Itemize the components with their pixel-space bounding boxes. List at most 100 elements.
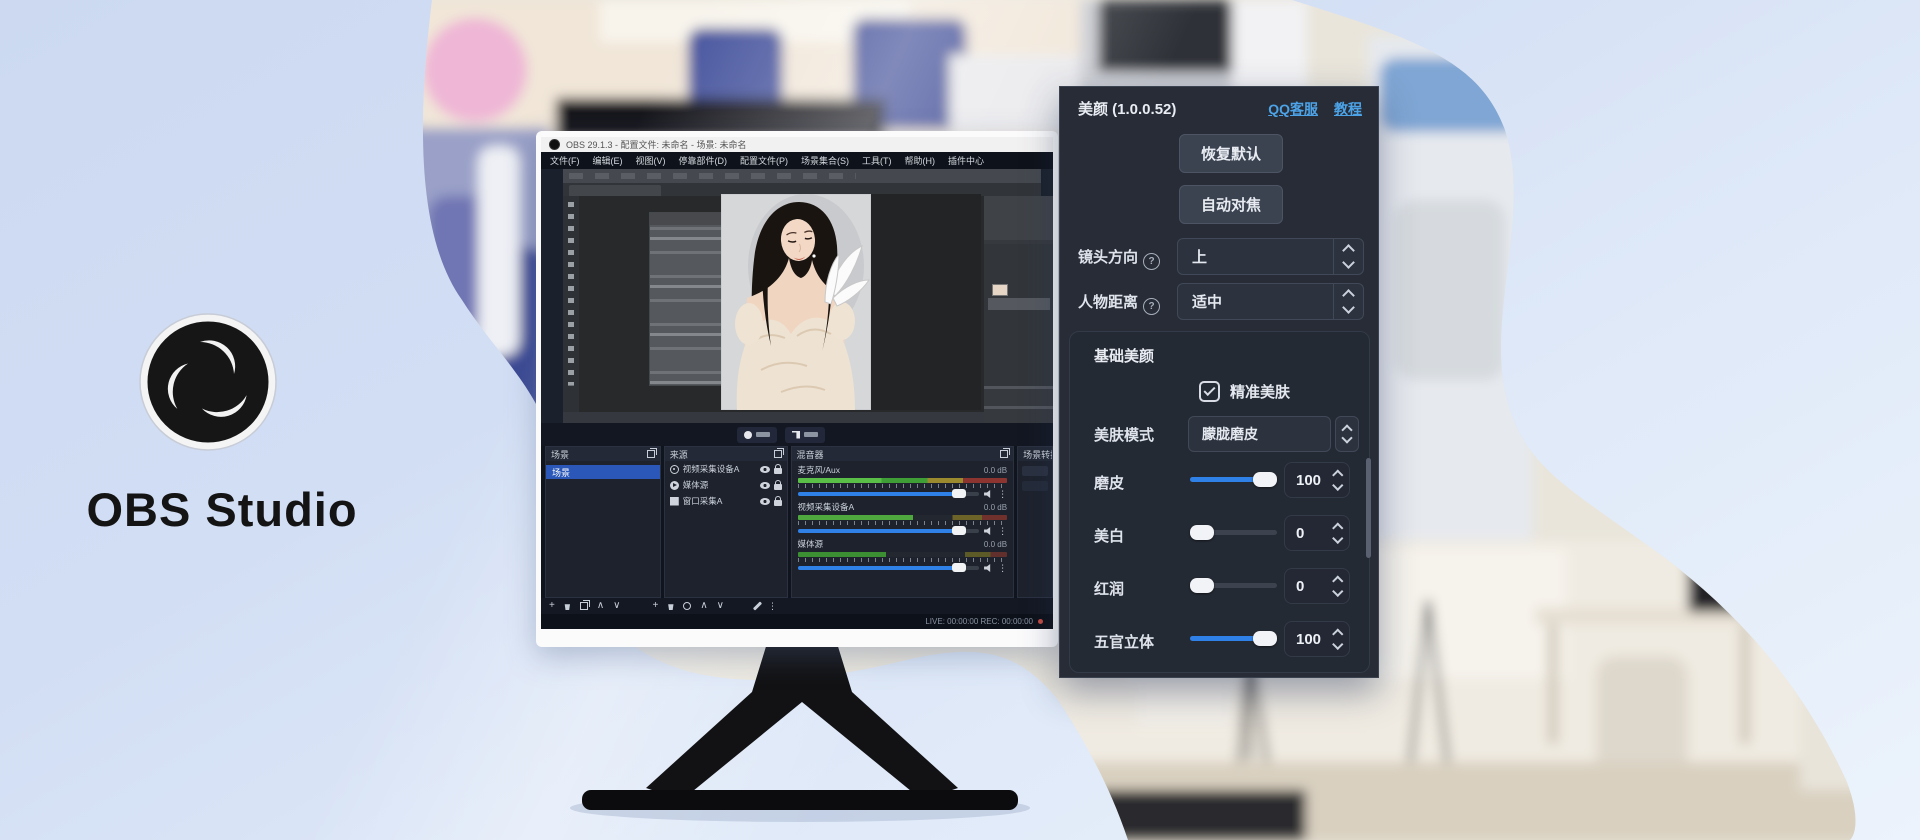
mixer-dock: 混音器 麦克风/Aux 0.0 dB ⋮ xyxy=(791,446,1015,598)
meter-ticks xyxy=(798,521,1008,525)
tutorial-link[interactable]: 教程 xyxy=(1334,99,1362,119)
select-spinner[interactable] xyxy=(1333,284,1363,319)
help-icon[interactable]: ? xyxy=(1143,253,1160,270)
skin-mode-select[interactable]: 朦胧磨皮 xyxy=(1188,416,1331,452)
menu-view[interactable]: 视图(V) xyxy=(636,154,666,167)
ps-toolbar xyxy=(563,196,579,412)
scenes-dock: 场景 场景 xyxy=(545,446,661,598)
help-icon[interactable]: ? xyxy=(1143,298,1160,315)
monitor-stand xyxy=(480,630,1120,830)
rosy-slider[interactable] xyxy=(1190,578,1277,593)
dock-pill-window[interactable] xyxy=(785,427,825,443)
obs-statusbar: LIVE: 00:00:00 REC: 00:00:00 xyxy=(541,614,1053,629)
smoothing-label: 磨皮 xyxy=(1094,472,1124,493)
channel-db: 0.0 dB xyxy=(984,540,1007,549)
dock-menu-icon[interactable] xyxy=(647,450,655,458)
menu-scene-collection[interactable]: 场景集合(S) xyxy=(801,154,849,167)
ps-layer-thumbnail xyxy=(992,284,1008,296)
menu-plugin-center[interactable]: 插件中心 xyxy=(948,154,984,167)
volume-slider[interactable] xyxy=(798,529,980,533)
smoothing-value-box[interactable]: 100 xyxy=(1284,462,1350,498)
source-up-icon[interactable]: ∧ xyxy=(700,601,707,611)
status-text: LIVE: 00:00:00 REC: 00:00:00 xyxy=(925,617,1033,626)
section-scrollbar[interactable] xyxy=(1366,458,1371,558)
rosy-value-box[interactable]: 0 xyxy=(1284,568,1350,604)
lock-icon[interactable] xyxy=(774,468,782,474)
lock-icon[interactable] xyxy=(774,484,782,490)
source-properties-icon[interactable] xyxy=(683,602,691,610)
person-distance-value: 适中 xyxy=(1192,291,1222,312)
channel-name: 视频采集设备A xyxy=(798,501,855,513)
source-row[interactable]: 媒体源 xyxy=(665,477,787,493)
source-name: 视频采集设备A xyxy=(683,463,756,475)
restore-default-button[interactable]: 恢复默认 xyxy=(1179,134,1283,173)
level-meter xyxy=(798,478,1008,483)
chevron-down-icon xyxy=(1332,586,1343,597)
checkbox-checked-icon[interactable] xyxy=(1199,381,1220,402)
obs-window-title: OBS 29.1.3 - 配置文件: 未命名 - 场景: 未命名 xyxy=(566,138,747,151)
volume-slider[interactable] xyxy=(798,566,980,570)
dock-pill-record[interactable] xyxy=(737,427,777,443)
chevron-down-icon xyxy=(1332,533,1343,544)
menu-docks[interactable]: 停靠部件(D) xyxy=(679,154,728,167)
photoshop-window xyxy=(563,169,1041,423)
menu-tools[interactable]: 工具(T) xyxy=(862,154,892,167)
lens-direction-value: 上 xyxy=(1192,246,1207,267)
ps-right-panels xyxy=(984,196,1053,439)
scene-down-icon[interactable]: ∨ xyxy=(613,601,620,611)
chevron-up-icon xyxy=(1332,522,1343,533)
whitening-value-box[interactable]: 0 xyxy=(1284,515,1350,551)
face-3d-value-box[interactable]: 100 xyxy=(1284,621,1350,657)
menu-file[interactable]: 文件(F) xyxy=(550,154,580,167)
qq-support-link[interactable]: QQ客服 xyxy=(1268,99,1318,119)
ps-document-tab[interactable] xyxy=(569,185,661,196)
mixer-edit-icon[interactable] xyxy=(753,601,762,610)
visibility-eye-icon[interactable] xyxy=(760,482,770,489)
transition-control[interactable] xyxy=(1022,466,1048,476)
autofocus-button[interactable]: 自动对焦 xyxy=(1179,185,1283,224)
speaker-icon[interactable] xyxy=(984,527,993,535)
skin-mode-spinner[interactable] xyxy=(1335,416,1359,452)
channel-options-icon[interactable]: ⋮ xyxy=(998,564,1007,572)
scene-item-label: 场景 xyxy=(552,466,570,479)
menu-edit[interactable]: 编辑(E) xyxy=(593,154,623,167)
mixer-options-icon[interactable]: ⋮ xyxy=(768,602,777,610)
mixer-channel: 视频采集设备A 0.0 dB ⋮ xyxy=(798,501,1008,535)
source-row[interactable]: 窗口采集A xyxy=(665,493,787,509)
select-spinner[interactable] xyxy=(1333,239,1363,274)
mixer-channel: 媒体源 0.0 dB ⋮ xyxy=(798,538,1008,572)
transition-control[interactable] xyxy=(1022,481,1048,491)
visibility-eye-icon[interactable] xyxy=(760,498,770,505)
add-source-icon[interactable]: + xyxy=(653,601,659,611)
remove-scene-icon[interactable] xyxy=(564,602,571,610)
ps-selected-layer xyxy=(988,298,1050,310)
video-capture-icon xyxy=(670,465,679,474)
face-3d-slider[interactable] xyxy=(1190,631,1277,646)
remove-source-icon[interactable] xyxy=(667,602,674,610)
volume-slider[interactable] xyxy=(798,492,980,496)
speaker-icon[interactable] xyxy=(984,490,993,498)
visibility-eye-icon[interactable] xyxy=(760,466,770,473)
source-down-icon[interactable]: ∨ xyxy=(717,601,724,611)
source-row[interactable]: 视频采集设备A xyxy=(665,461,787,477)
duplicate-scene-icon[interactable] xyxy=(580,602,588,610)
speaker-icon[interactable] xyxy=(984,564,993,572)
channel-db: 0.0 dB xyxy=(984,466,1007,475)
lens-direction-select[interactable]: 上 xyxy=(1177,238,1364,275)
person-distance-select[interactable]: 适中 xyxy=(1177,283,1364,320)
channel-options-icon[interactable]: ⋮ xyxy=(998,527,1007,535)
precise-skin-checkbox-row[interactable]: 精准美肤 xyxy=(1199,381,1290,402)
channel-options-icon[interactable]: ⋮ xyxy=(998,490,1007,498)
scene-item-selected[interactable]: 场景 xyxy=(546,465,660,479)
smoothing-slider[interactable] xyxy=(1190,472,1277,487)
mixer-dock-title: 混音器 xyxy=(797,448,824,461)
add-scene-icon[interactable]: + xyxy=(549,601,555,611)
menu-help[interactable]: 帮助(H) xyxy=(905,154,936,167)
lock-icon[interactable] xyxy=(774,500,782,506)
whitening-slider[interactable] xyxy=(1190,525,1277,540)
menu-profile[interactable]: 配置文件(P) xyxy=(740,154,788,167)
chevron-up-icon xyxy=(1342,244,1355,257)
scene-up-icon[interactable]: ∧ xyxy=(597,601,604,611)
dock-menu-icon[interactable] xyxy=(774,450,782,458)
dock-menu-icon[interactable] xyxy=(1000,450,1008,458)
